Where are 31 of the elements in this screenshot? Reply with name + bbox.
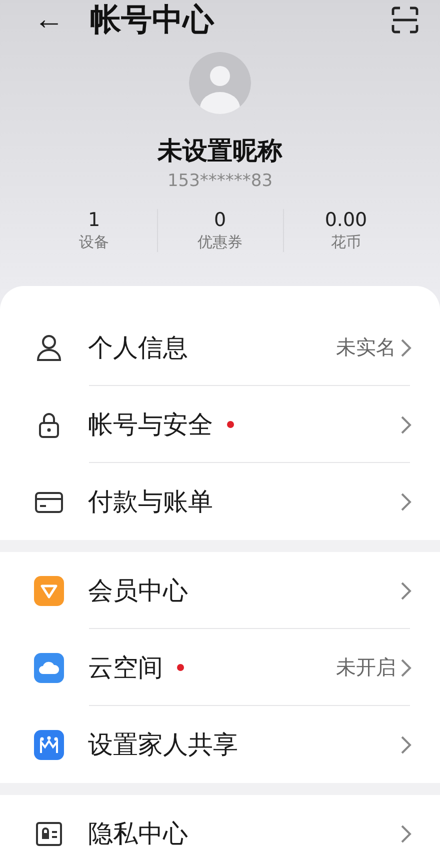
- stat-value[interactable]: 0.00: [324, 209, 368, 231]
- menu-item[interactable]: 个人信息: [88, 331, 188, 364]
- stat-value[interactable]: 1: [88, 209, 100, 231]
- page-title: 帐号中心: [90, 1, 216, 40]
- chevron-icon: [400, 824, 412, 844]
- stat-value[interactable]: 0: [214, 209, 226, 231]
- family-icon: [34, 730, 64, 760]
- back-button[interactable]: ←: [34, 5, 64, 35]
- chevron-icon: [400, 414, 412, 434]
- stat-label[interactable]: 设备: [79, 233, 109, 252]
- menu-item[interactable]: 隐私中心: [88, 817, 188, 850]
- status-text: 未实名: [336, 334, 396, 361]
- person-icon: [34, 332, 64, 362]
- chevron-icon: [400, 580, 412, 600]
- scan-button[interactable]: [390, 5, 420, 35]
- menu-item[interactable]: 设置家人共享: [88, 728, 238, 761]
- chevron-icon: [400, 492, 412, 512]
- menu-item[interactable]: 云空间: [88, 651, 163, 684]
- menu-item[interactable]: 帐号与安全: [88, 408, 213, 441]
- chevron-icon: [400, 658, 412, 678]
- chevron-icon: [400, 734, 412, 754]
- menu-item[interactable]: 付款与账单: [88, 485, 213, 518]
- stat-label[interactable]: 优惠券: [198, 233, 242, 252]
- chevron-icon: [400, 338, 412, 358]
- phone-number: 153******83: [167, 171, 273, 191]
- nickname[interactable]: 未设置昵称: [158, 134, 282, 167]
- status-text: 未开启: [336, 654, 396, 681]
- menu-item[interactable]: 会员中心: [88, 574, 188, 607]
- cloud-icon: [34, 652, 64, 682]
- scan-icon: [390, 5, 420, 35]
- stat-label[interactable]: 花币: [331, 233, 361, 252]
